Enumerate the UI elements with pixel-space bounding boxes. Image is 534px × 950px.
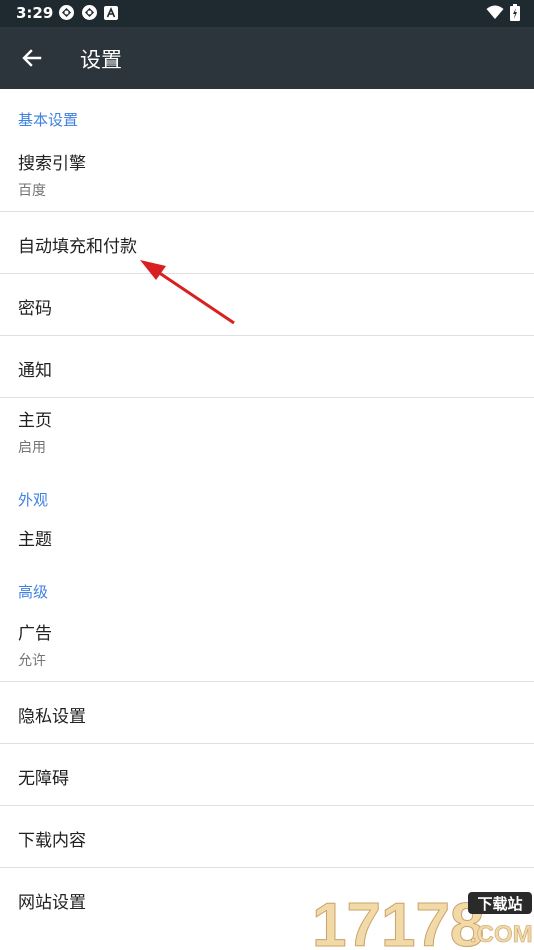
- theme-item[interactable]: 主题: [0, 521, 534, 571]
- item-title: 主题: [18, 530, 52, 550]
- privacy-item[interactable]: 隐私设置: [0, 682, 534, 744]
- item-title: 广告: [18, 624, 52, 644]
- watermark-logo: 17178 下载站 .COM: [312, 891, 533, 950]
- section-header-advanced: 高级: [18, 583, 49, 601]
- item-title: 通知: [18, 361, 52, 381]
- item-summary: 百度: [18, 183, 46, 199]
- notifications-item[interactable]: 通知: [0, 336, 534, 398]
- item-summary: 启用: [18, 440, 46, 456]
- app-bar: 设置: [0, 27, 534, 89]
- item-title: 无障碍: [18, 769, 69, 789]
- sync-icon: [82, 5, 97, 20]
- item-title: 搜索引擎: [18, 154, 86, 174]
- sync-icon: [59, 5, 74, 20]
- back-button[interactable]: [14, 40, 50, 76]
- status-icons-right: [486, 4, 520, 21]
- downloads-item[interactable]: 下载内容: [0, 806, 534, 868]
- item-title: 自动填充和付款: [18, 237, 137, 257]
- status-time: 3:29: [16, 4, 54, 22]
- section-header-appearance: 外观: [18, 491, 49, 509]
- homepage-item[interactable]: 主页 启用: [0, 398, 534, 469]
- accessibility-item[interactable]: 无障碍: [0, 744, 534, 806]
- section-header-basic: 基本设置: [18, 111, 79, 129]
- item-summary: 允许: [18, 653, 46, 669]
- wifi-icon: [486, 5, 504, 19]
- page-title: 设置: [80, 48, 122, 72]
- item-title: 隐私设置: [18, 707, 86, 727]
- item-title: 密码: [18, 299, 52, 319]
- back-arrow-icon: [22, 49, 42, 67]
- status-bar: 3:29: [0, 0, 534, 27]
- item-title: 下载内容: [18, 831, 86, 851]
- a-icon: [104, 5, 118, 20]
- ads-item[interactable]: 广告 允许: [0, 611, 534, 682]
- watermark-number: 17178: [312, 891, 484, 950]
- watermark-domain: .COM: [470, 921, 533, 948]
- autofill-payments-item[interactable]: 自动填充和付款: [0, 212, 534, 274]
- battery-icon: [510, 4, 520, 21]
- search-engine-item[interactable]: 搜索引擎 百度: [0, 141, 534, 212]
- passwords-item[interactable]: 密码: [0, 274, 534, 336]
- item-title: 主页: [18, 411, 52, 431]
- settings-list: 基本设置 搜索引擎 百度 自动填充和付款 密码 通知 主页 启用 外观 主题 高…: [0, 89, 534, 930]
- status-icons-left: [58, 4, 118, 21]
- watermark-badge: 下载站: [477, 895, 522, 913]
